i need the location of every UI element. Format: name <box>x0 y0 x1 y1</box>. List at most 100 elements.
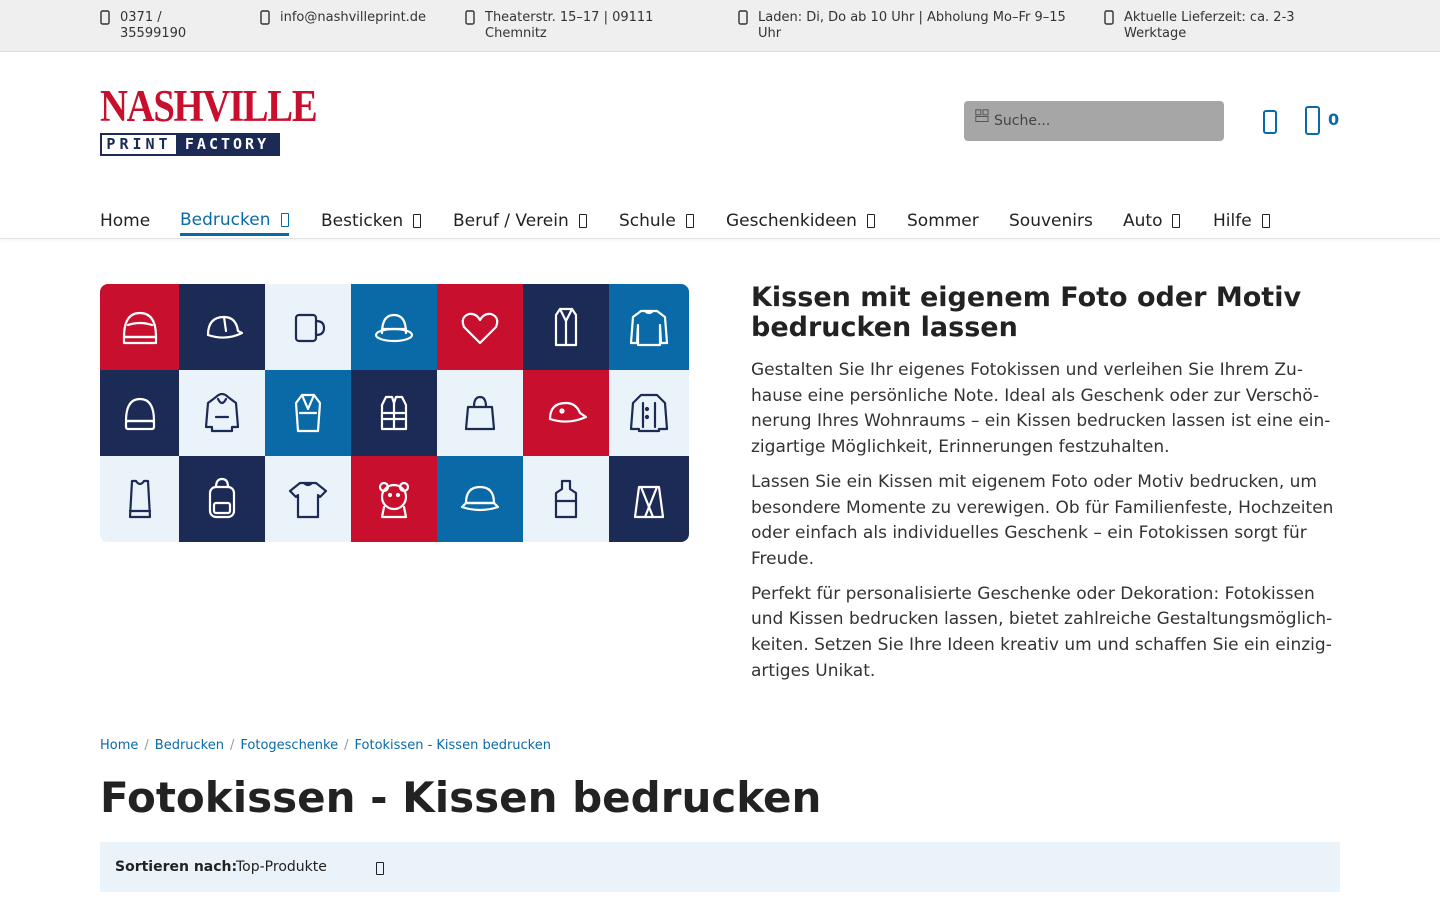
bathrobe-icon <box>554 307 578 347</box>
nav-sommer-label: Sommer <box>907 211 979 231</box>
topbar-hours-text: Laden: Di, Do ab 10 Uhr | Abholung Mo–Fr… <box>758 10 1066 41</box>
site-logo[interactable]: NASHVILLE PRINT FACTORY <box>100 81 318 157</box>
nav-item-bedrucken[interactable]: Bedrucken <box>180 206 289 236</box>
nav-item-beruf-verein[interactable]: Beruf / Verein <box>453 206 587 236</box>
clock-icon <box>738 10 748 25</box>
cart-icon[interactable] <box>1304 105 1324 137</box>
grid-tile <box>437 284 523 370</box>
grid-tile <box>179 370 265 456</box>
cap-icon <box>206 315 244 339</box>
logo-subline: PRINT FACTORY <box>100 133 280 156</box>
grid-tile <box>523 456 609 542</box>
backpack-icon <box>208 477 236 519</box>
description-paragraph: Gestalten Sie Ihr eigenes Fotokissen und… <box>751 360 1331 458</box>
breadcrumb-separator: / <box>229 738 235 753</box>
search-input[interactable] <box>994 105 1214 137</box>
safety-vest-icon <box>380 395 408 431</box>
apron-icon <box>554 479 578 519</box>
grid-tile <box>265 456 351 542</box>
search-box <box>964 101 1224 141</box>
cart-count-badge[interactable]: 0 <box>1328 110 1339 129</box>
tote-bag-icon <box>464 395 496 431</box>
phone-icon <box>100 10 110 25</box>
account-icon[interactable] <box>1262 109 1282 137</box>
truck-icon <box>1104 10 1114 25</box>
topbar-email-text: info@nashvilleprint.de <box>280 10 427 25</box>
nav-item-auto[interactable]: Auto <box>1123 206 1181 236</box>
grid-tile <box>523 284 609 370</box>
nav-hilfe-label: Hilfe <box>1213 211 1252 231</box>
hat-icon <box>374 313 414 343</box>
grid-tile <box>351 284 437 370</box>
sweater-icon <box>629 309 669 347</box>
grid-tile <box>265 284 351 370</box>
nav-item-geschenkideen[interactable]: Geschenkideen <box>726 206 875 236</box>
grid-tile <box>523 370 609 456</box>
nav-souvenirs-label: Souvenirs <box>1009 211 1093 231</box>
topbar-address[interactable]: Theaterstr. 15–17 | 09111 Chemnitz <box>465 10 685 42</box>
beanie-icon <box>122 311 157 345</box>
logo-print: PRINT <box>102 135 176 154</box>
nav-item-schule[interactable]: Schule <box>619 206 694 236</box>
grid-tile <box>179 456 265 542</box>
search-icon[interactable] <box>975 109 989 123</box>
breadcrumb-separator: / <box>144 738 149 753</box>
nav-item-souvenirs[interactable]: Souvenirs <box>1009 206 1093 236</box>
nav-geschenkideen-label: Geschenkideen <box>726 211 857 231</box>
nav-item-sommer[interactable]: Sommer <box>907 206 979 236</box>
nav-item-hilfe[interactable]: Hilfe <box>1213 206 1270 236</box>
topbar-phone-text: 0371 / 35599190 <box>120 10 187 41</box>
nav-schule-label: Schule <box>619 211 676 231</box>
description-heading: Kissen mit eigenem Foto oder Motiv bedru… <box>751 282 1302 343</box>
grid-tile <box>179 284 265 370</box>
grid-tile <box>437 370 523 456</box>
nav-besticken-label: Besticken <box>321 211 404 231</box>
grid-tile <box>100 284 179 370</box>
description-paragraph: Lassen Sie ein Kissen mit eigenem Foto o… <box>751 471 1334 569</box>
chef-jacket-icon <box>629 393 669 433</box>
nav-item-home[interactable]: Home <box>100 206 150 236</box>
topbar-delivery-text: Aktuelle Lieferzeit: ca. 2-3 Werktage <box>1124 10 1295 41</box>
logo-wordmark: NASHVILLE <box>100 81 318 131</box>
grid-tile <box>609 370 689 456</box>
nav-bedrucken-label: Bedrucken <box>180 209 271 230</box>
breadcrumb-fotogeschenke[interactable]: Fotogeschenke <box>240 738 338 754</box>
hoodie-icon <box>204 392 240 433</box>
grid-tile <box>609 456 689 542</box>
category-image-grid <box>100 284 689 542</box>
top-info-bar: 0371 / 35599190 info@nashvilleprint.de T… <box>0 0 1440 52</box>
page-title: Fotokissen - Kissen bedrucken <box>100 773 822 822</box>
robe-icon <box>294 393 322 433</box>
breadcrumb-bedrucken[interactable]: Bedrucken <box>155 738 224 754</box>
grid-tile <box>609 284 689 370</box>
chevron-down-icon <box>280 212 289 227</box>
description-paragraph: Perfekt für personalisierte Geschenke od… <box>751 583 1333 681</box>
topbar-delivery: Aktuelle Lieferzeit: ca. 2-3 Werktage <box>1104 10 1324 42</box>
breadcrumb-home[interactable]: Home <box>100 738 138 754</box>
grid-tile <box>100 370 179 456</box>
grid-tile <box>351 456 437 542</box>
nav-home-label: Home <box>100 211 151 231</box>
topbar-email[interactable]: info@nashvilleprint.de <box>260 10 426 26</box>
main-navigation: Home Bedrucken Besticken Beruf / Verein … <box>0 196 1440 239</box>
nav-auto-label: Auto <box>1123 211 1163 231</box>
nav-item-besticken[interactable]: Besticken <box>321 206 422 236</box>
grid-tile <box>100 456 179 542</box>
chevron-down-icon <box>1172 214 1181 228</box>
category-description: Kissen mit eigenem Foto oder Motiv bedru… <box>751 283 1341 693</box>
sort-label: Sortieren nach: <box>115 859 238 875</box>
chevron-down-icon[interactable] <box>376 862 384 875</box>
nav-beruf-label: Beruf / Verein <box>453 211 569 231</box>
breadcrumb-separator: / <box>344 738 349 753</box>
topbar-phone[interactable]: 0371 / 35599190 <box>100 10 200 42</box>
topbar-address-text: Theaterstr. 15–17 | 09111 Chemnitz <box>485 10 654 41</box>
breadcrumb-current[interactable]: Fotokissen - Kissen bedrucken <box>355 738 552 754</box>
sort-select[interactable]: Top-Produkte <box>236 859 327 875</box>
grid-tile <box>351 370 437 456</box>
location-icon <box>465 10 475 25</box>
sorting-bar: Sortieren nach: Top-Produkte <box>100 842 1340 892</box>
chevron-down-icon <box>578 214 587 228</box>
mug-icon <box>294 313 326 343</box>
gym-bag-icon <box>633 485 665 519</box>
chevron-down-icon <box>1261 214 1270 228</box>
